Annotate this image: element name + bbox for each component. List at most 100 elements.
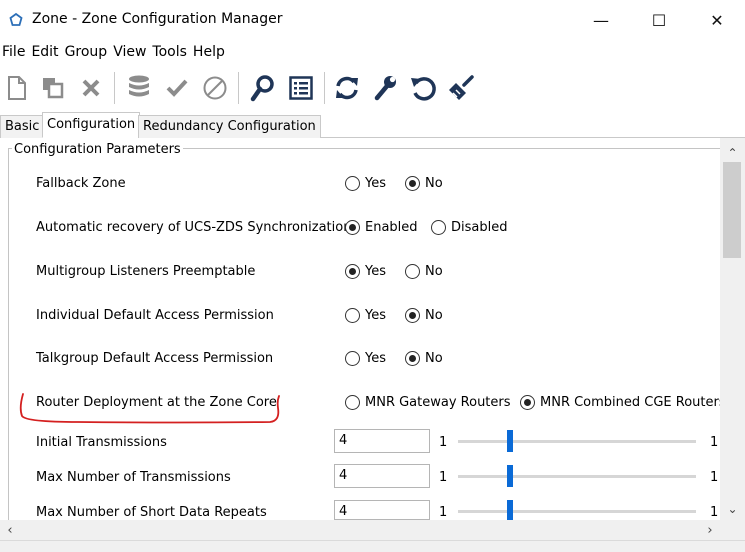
- radio-circle: [405, 264, 420, 279]
- configuration-panel: Configuration Parameters Fallback Zone Y…: [0, 138, 745, 548]
- slider-max-label: 1: [710, 505, 719, 520]
- radio-label: No: [425, 308, 443, 323]
- apply-button[interactable]: [160, 71, 194, 105]
- max-transmissions-slider[interactable]: [458, 475, 696, 478]
- list-view-icon: [289, 76, 313, 100]
- slider-max-label: 1: [710, 435, 719, 450]
- router-gateway-radio[interactable]: MNR Gateway Routers: [345, 395, 511, 410]
- fallback-zone-yes-radio[interactable]: Yes: [345, 176, 386, 191]
- minimize-icon: —: [593, 10, 609, 30]
- talkgroup-access-yes-radio[interactable]: Yes: [345, 351, 386, 366]
- scroll-left-button[interactable]: ‹: [0, 520, 20, 540]
- menu-view[interactable]: View: [110, 44, 149, 60]
- radio-label: No: [425, 351, 443, 366]
- search-icon: [250, 75, 274, 102]
- initial-transmissions-input[interactable]: 4: [334, 429, 430, 453]
- slider-min-label: 1: [439, 505, 448, 520]
- cancel-button[interactable]: [198, 71, 232, 105]
- undo-icon: [411, 77, 436, 101]
- scroll-right-button[interactable]: ›: [700, 520, 720, 540]
- copy-button[interactable]: [36, 71, 70, 105]
- chevron-right-icon: ›: [707, 522, 713, 538]
- search-button[interactable]: [246, 71, 280, 105]
- max-short-data-repeats-input[interactable]: 4: [334, 500, 430, 520]
- individual-access-yes-radio[interactable]: Yes: [345, 308, 386, 323]
- radio-label: MNR Combined CGE Routers: [540, 395, 726, 410]
- clean-button[interactable]: [444, 71, 478, 105]
- multigroup-yes-radio[interactable]: Yes: [345, 264, 386, 279]
- vertical-scroll-thumb[interactable]: [723, 162, 741, 258]
- param-label: Automatic recovery of UCS-ZDS Synchroniz…: [36, 220, 352, 235]
- radio-label: Yes: [365, 351, 386, 366]
- tab-redundancy-configuration[interactable]: Redundancy Configuration: [138, 115, 321, 138]
- ucs-zds-enabled-radio[interactable]: Enabled: [345, 220, 418, 235]
- maximize-button[interactable]: ☐: [630, 0, 688, 40]
- tab-strip: Basic Configuration Redundancy Configura…: [0, 112, 745, 138]
- radio-circle: [405, 351, 420, 366]
- initial-transmissions-slider[interactable]: [458, 440, 696, 443]
- slider-min-label: 1: [439, 435, 448, 450]
- delete-button[interactable]: [74, 71, 108, 105]
- cancel-icon: [203, 76, 227, 100]
- ucs-zds-disabled-radio[interactable]: Disabled: [431, 220, 507, 235]
- radio-circle: [431, 220, 446, 235]
- menu-file[interactable]: File: [0, 44, 28, 60]
- toolbar: [0, 66, 745, 110]
- radio-label: Yes: [365, 176, 386, 191]
- max-transmissions-input[interactable]: 4: [334, 464, 430, 488]
- settings-button[interactable]: [368, 71, 402, 105]
- slider-thumb[interactable]: [507, 430, 513, 452]
- param-label: Max Number of Short Data Repeats: [36, 505, 267, 520]
- radio-label: No: [425, 176, 443, 191]
- toolbar-separator: [324, 72, 325, 104]
- scroll-down-button[interactable]: ⌄: [720, 500, 745, 518]
- tab-configuration[interactable]: Configuration: [42, 112, 141, 138]
- slider-thumb[interactable]: [507, 465, 513, 487]
- param-label: Multigroup Listeners Preemptable: [36, 264, 256, 279]
- param-label: Individual Default Access Permission: [36, 308, 274, 323]
- wrench-icon: [374, 76, 396, 101]
- slider-thumb[interactable]: [507, 500, 513, 520]
- chevron-down-icon: ⌄: [727, 502, 738, 516]
- radio-circle: [345, 220, 360, 235]
- list-view-button[interactable]: [284, 71, 318, 105]
- radio-circle: [345, 308, 360, 323]
- param-label: Initial Transmissions: [36, 435, 167, 450]
- scroll-up-button[interactable]: ⌃: [720, 144, 745, 162]
- menu-edit[interactable]: Edit: [28, 44, 61, 60]
- close-button[interactable]: ✕: [688, 0, 745, 40]
- refresh-button[interactable]: [330, 71, 364, 105]
- database-button[interactable]: [122, 71, 156, 105]
- radio-circle: [345, 264, 360, 279]
- app-logo-icon: [9, 12, 23, 26]
- annotation-bracket: [19, 393, 280, 424]
- group-title: Configuration Parameters: [12, 142, 183, 157]
- multigroup-no-radio[interactable]: No: [405, 264, 443, 279]
- new-document-icon: [8, 76, 26, 100]
- status-strip: [0, 540, 745, 552]
- max-short-data-repeats-slider[interactable]: [458, 510, 696, 513]
- maximize-icon: ☐: [651, 10, 667, 30]
- individual-access-no-radio[interactable]: No: [405, 308, 443, 323]
- configuration-parameters-group: [8, 148, 720, 548]
- chevron-left-icon: ‹: [7, 522, 13, 538]
- menu-group[interactable]: Group: [62, 44, 111, 60]
- param-label: Fallback Zone: [36, 176, 126, 191]
- radio-label: Enabled: [365, 220, 418, 235]
- horizontal-scrollbar[interactable]: ‹ ›: [0, 520, 720, 540]
- menu-tools[interactable]: Tools: [149, 44, 190, 60]
- radio-label: Yes: [365, 264, 386, 279]
- window-title: Zone - Zone Configuration Manager: [32, 11, 283, 27]
- tab-basic[interactable]: Basic: [0, 115, 45, 138]
- param-label: Max Number of Transmissions: [36, 470, 231, 485]
- radio-label: Yes: [365, 308, 386, 323]
- router-combined-cge-radio[interactable]: MNR Combined CGE Routers: [520, 395, 726, 410]
- minimize-button[interactable]: —: [572, 0, 630, 40]
- talkgroup-access-no-radio[interactable]: No: [405, 351, 443, 366]
- new-button[interactable]: [0, 71, 34, 105]
- fallback-zone-no-radio[interactable]: No: [405, 176, 443, 191]
- undo-button[interactable]: [406, 71, 440, 105]
- title-bar[interactable]: Zone - Zone Configuration Manager — ☐ ✕: [0, 0, 745, 40]
- vertical-scrollbar[interactable]: ⌃ ⌄: [720, 138, 745, 518]
- menu-help[interactable]: Help: [190, 44, 228, 60]
